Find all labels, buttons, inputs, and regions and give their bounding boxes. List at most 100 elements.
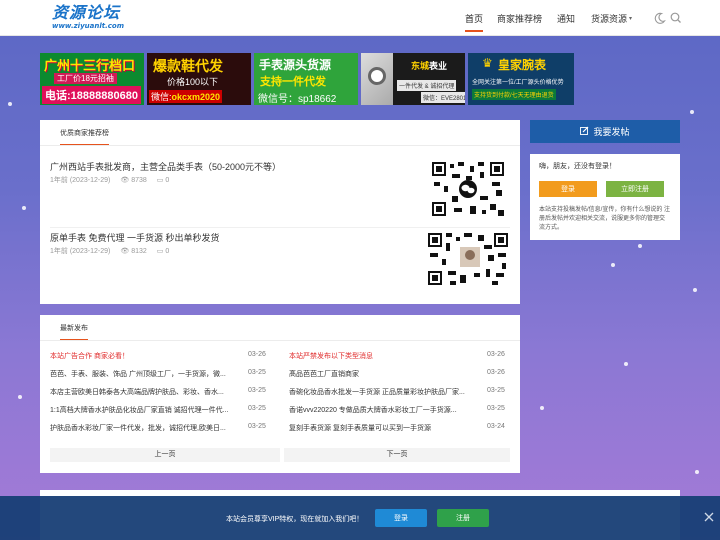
list-item-title[interactable]: 髙品芭芭工厂直销商家 <box>289 369 469 379</box>
ad-banner-1[interactable]: 广州十三行档口 工厂价18元招袖 电话:18888880680 <box>40 53 144 105</box>
recommended-title: 优质商家推荐榜 <box>60 128 109 146</box>
ad-banner-5-title: 皇家腕表 <box>498 58 547 72</box>
nav-notice[interactable]: 通知 <box>557 0 575 36</box>
list-item-date: 03-26 <box>487 369 505 376</box>
post-time: 1年前 (2023-12-29) <box>50 248 111 255</box>
post-comments: ▭ 0 <box>156 176 170 185</box>
sidebar-description: 本站支持投稿发帖/信息/宣传，你有什么想说的 注册后发帖并欢迎相关交流，说服更多… <box>539 207 671 231</box>
post-title[interactable]: 广州西站手表批发商，主营全品类手表（50-2000元不等） <box>50 160 281 173</box>
edit-icon <box>580 126 589 137</box>
decor-star <box>611 263 615 267</box>
list-item-title[interactable]: 护肤品香水彩妆厂家一件代发，批发，诚招代理,欧美日... <box>50 423 230 433</box>
ad-banner-1-title: 广州十三行档口 <box>44 58 136 73</box>
nav-home[interactable]: 首页 <box>465 0 484 36</box>
list-item: 香诺vvv220220 专做品质大牌香水彩妆工厂一手货源... 03-25 <box>289 405 511 415</box>
ad-banner-1-sub: 工厂价18元招袖 <box>54 73 117 84</box>
ad-banner-5[interactable]: ♛ 皇家腕表 全网关注第一位/工厂源头价格优势 支持货到付款/七天无理由退货 <box>468 53 574 105</box>
logo-title: 资源论坛 <box>52 3 121 22</box>
post-views-count: 8738 <box>131 176 147 184</box>
list-item-date: 03-25 <box>248 387 266 394</box>
list-item-title[interactable]: 本店主营欧美日韩泰各大高端品牌护肤品、彩妆、香水... <box>50 387 230 397</box>
eye-icon: 👁 <box>120 177 130 184</box>
ad-banner-4-tag1: 一件代发 & 诚招代理 <box>397 80 457 91</box>
list-item-title[interactable]: 香诺vvv220220 专做品质大牌香水彩妆工厂一手货源... <box>289 405 469 415</box>
nav-home-label: 首页 <box>465 13 484 24</box>
ad-banner-3[interactable]: 手表源头货源 支持一件代发 微信号：sp18662 <box>254 53 358 105</box>
ad-banner-4[interactable]: 东城表业 一件代发 & 诚招代理 微信：EVE28011 <box>361 53 465 105</box>
ad-banner-4-title: 东城表业 <box>393 59 465 72</box>
logo-url: www.ziyuanlt.com <box>52 22 124 30</box>
ad-banner-4-title-prefix: 东城 <box>410 61 429 71</box>
recommended-card: 优质商家推荐榜 广州西站手表批发商，主营全品类手表（50-2000元不等） 1年… <box>40 120 520 304</box>
ad-banner-2-wechat-prefix: 微信: <box>151 92 172 102</box>
login-button[interactable]: 登录 <box>539 181 597 197</box>
new-post-button[interactable]: 我要发帖 <box>530 120 680 143</box>
ad-banner-3-sub: 支持一件代发 <box>260 76 326 88</box>
divider <box>50 227 510 228</box>
list-item: 护肤品香水彩妆厂家一件代发，批发，诚招代理,欧美日... 03-25 <box>50 423 272 433</box>
post-views-count: 8132 <box>131 247 147 255</box>
list-item: 1:1高档大牌香水护肤品化妆品厂家直销 诚招代理一件代... 03-25 <box>50 405 272 415</box>
ad-banner-2[interactable]: 爆款鞋代发 价格100以下 微信:okcxm2020 <box>147 53 251 105</box>
list-item-date: 03-25 <box>487 405 505 412</box>
list-item-date: 03-25 <box>248 369 266 376</box>
footer-login-button[interactable]: 登录 <box>375 509 427 527</box>
list-item: 本站广告合作 商家必看！ 03-26 <box>50 351 272 361</box>
ad-banner-4-tag2: 微信：EVE28011 <box>421 92 465 103</box>
list-item-date: 03-24 <box>487 423 505 430</box>
nav-merchant-ranking-label: 商家推荐榜 <box>497 13 543 24</box>
list-item-title[interactable]: 1:1高档大牌香水护肤品化妆品厂家直销 诚招代理一件代... <box>50 405 230 415</box>
nav-resources[interactable]: 货源资源 ▾ <box>591 0 632 36</box>
list-item: 复刻手表货源 复刻手表质量可以买到一手货源 03-24 <box>289 423 511 433</box>
ad-banner-4-title-suffix: 表业 <box>429 61 448 71</box>
list-item-title[interactable]: 芭芭、手表、服装、饰品 广州顶级工厂，一手货源，微... <box>50 369 230 379</box>
nav-notice-label: 通知 <box>557 13 576 24</box>
ad-banner-1-phone: 电话:18888880680 <box>42 86 141 104</box>
list-item-title[interactable]: 本站严禁发布以下类型消息 <box>289 351 469 361</box>
prev-page-button[interactable]: 上一页 <box>50 448 280 462</box>
close-icon[interactable] <box>703 511 715 523</box>
comment-icon: ▭ <box>156 177 164 184</box>
list-item: 髙品芭芭工厂直销商家 03-26 <box>289 369 511 379</box>
ad-banner-4-image <box>361 53 393 105</box>
qr-code-image[interactable] <box>426 231 510 287</box>
post-time: 1年前 (2023-12-29) <box>50 177 111 184</box>
decor-star <box>540 406 544 410</box>
decor-star <box>690 110 694 114</box>
list-item-title[interactable]: 复刻手表货源 复刻手表质量可以买到一手货源 <box>289 423 469 433</box>
top-header: 资源论坛 www.ziyuanlt.com 首页 商家推荐榜 通知 货源资源 ▾ <box>0 0 720 36</box>
login-greeting: 嗨，朋友，还没有登录！ <box>539 163 616 170</box>
divider <box>40 145 520 146</box>
search-icon[interactable] <box>669 11 683 25</box>
site-logo[interactable]: 资源论坛 www.ziyuanlt.com <box>52 5 132 33</box>
post-title[interactable]: 原单手表 免费代理 一手货源 秒出单秒发货 <box>50 231 220 244</box>
list-item-date: 03-25 <box>248 405 266 412</box>
register-button[interactable]: 立即注册 <box>606 181 664 197</box>
list-item-title[interactable]: 本站广告合作 商家必看！ <box>50 351 230 361</box>
next-page-button[interactable]: 下一页 <box>284 448 510 462</box>
chevron-down-icon: ▾ <box>629 15 633 22</box>
post-views: 👁 8132 <box>120 247 147 256</box>
decor-star <box>18 395 22 399</box>
nav-resources-label: 货源资源 <box>591 13 628 24</box>
eye-icon: 👁 <box>120 248 130 255</box>
list-item-title[interactable]: 香碗化妆品香水批发一手货源 正品质量彩妆护肤品厂家... <box>289 387 469 397</box>
ad-banner-3-title: 手表源头货源 <box>259 58 332 72</box>
qr-code-image[interactable] <box>430 160 506 218</box>
ad-banner-5-note: 支持货到付款/七天无理由退货 <box>472 89 556 100</box>
post-meta: 1年前 (2023-12-29) 👁 8132 ▭ 0 <box>50 246 169 256</box>
footer-register-button[interactable]: 注册 <box>437 509 489 527</box>
divider <box>40 340 520 341</box>
ad-banner-2-title: 爆款鞋代发 <box>153 58 223 74</box>
decor-star <box>22 206 26 210</box>
list-item-date: 03-25 <box>487 387 505 394</box>
ad-banner-2-wechat-id: okcxm2020 <box>171 92 221 102</box>
ad-banner-3-wechat: 微信号：sp18662 <box>258 94 337 105</box>
watch-icon <box>368 67 386 85</box>
moon-icon[interactable] <box>652 11 666 25</box>
ad-banner-5-sub: 全网关注第一位/工厂源头价格优势 <box>472 80 564 86</box>
decor-star <box>638 244 642 248</box>
nav-merchant-ranking[interactable]: 商家推荐榜 <box>497 0 542 36</box>
decor-star <box>8 102 12 106</box>
list-item: 本店主营欧美日韩泰各大高端品牌护肤品、彩妆、香水... 03-25 <box>50 387 272 397</box>
